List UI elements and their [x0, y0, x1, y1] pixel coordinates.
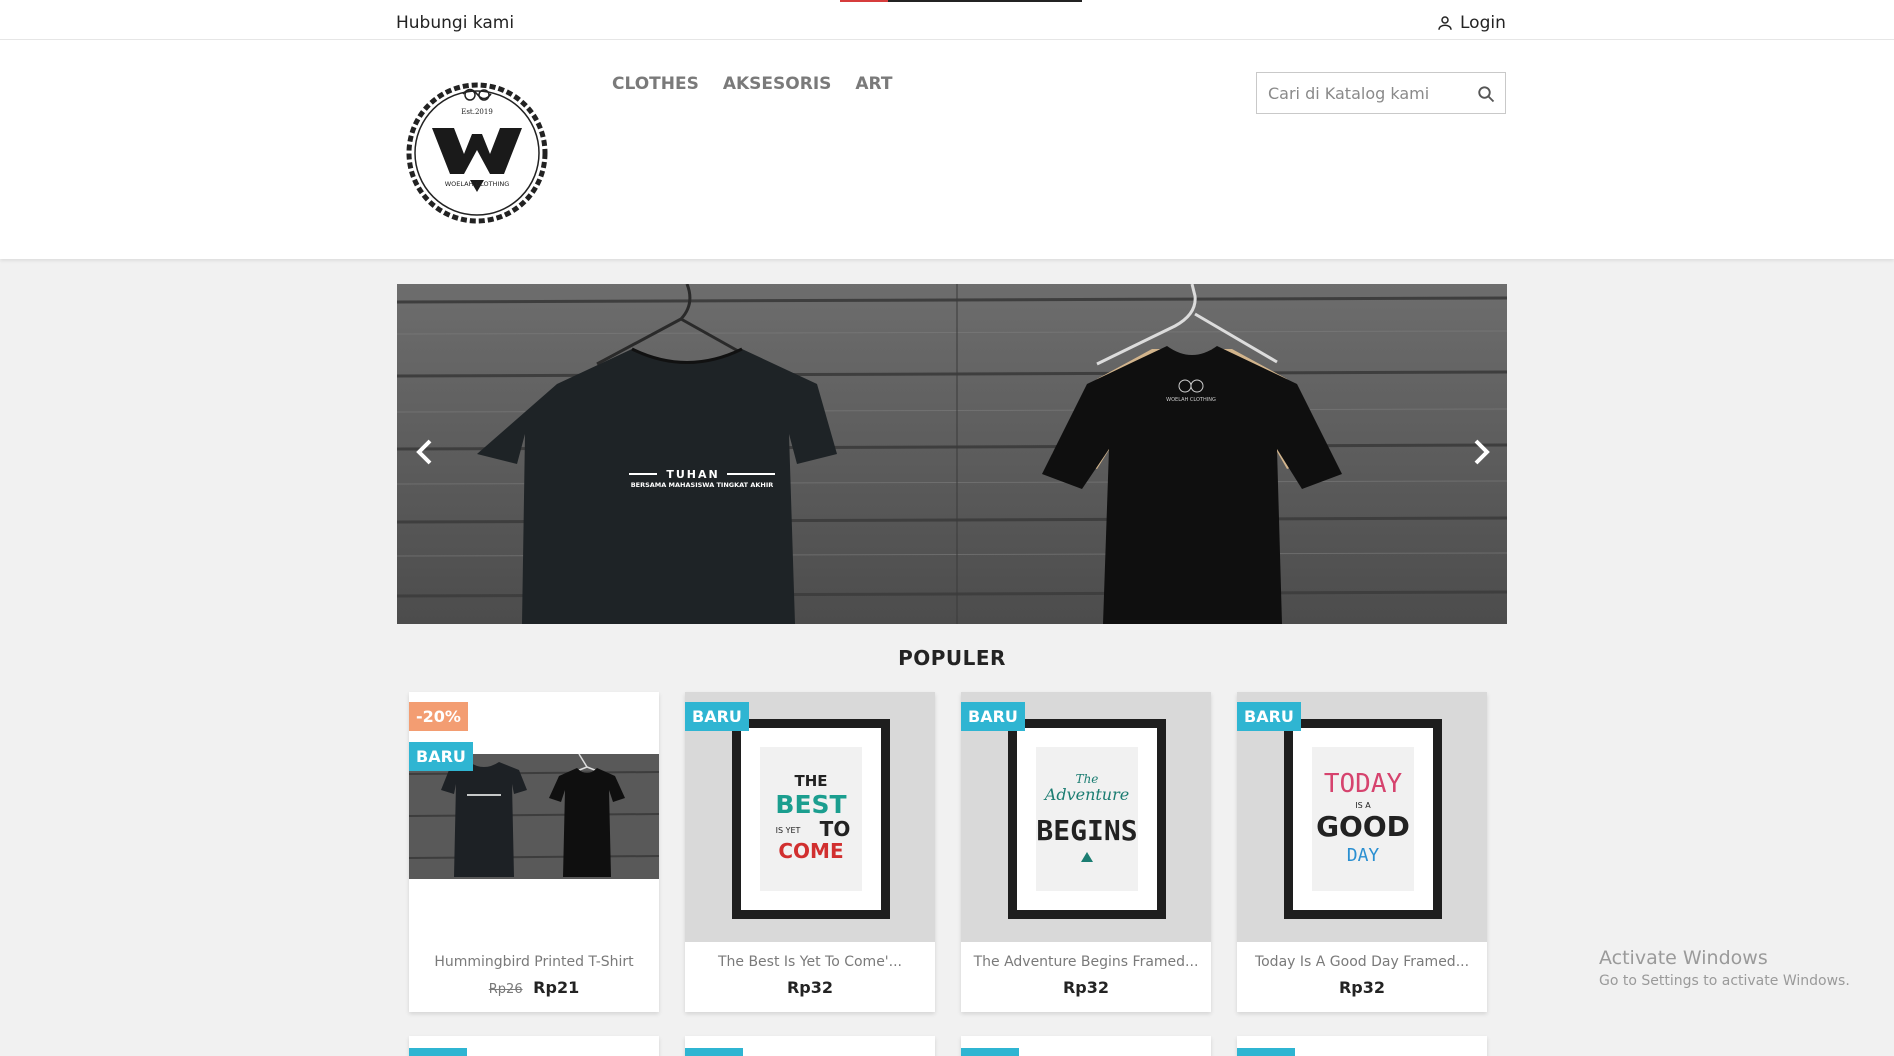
windows-activation-title: Activate Windows [1599, 947, 1768, 969]
new-badge: BARU [961, 702, 1025, 731]
svg-text:COME: COME [778, 839, 843, 863]
product-old-price: Rp26 [488, 982, 523, 997]
product-name[interactable]: The Best Is Yet To Come'... [685, 954, 935, 970]
svg-text:Adventure: Adventure [1043, 785, 1129, 804]
product-price-block: Rp32 [685, 978, 935, 997]
nav-aksesoris[interactable]: AKSESORIS [723, 74, 832, 94]
new-badge: BARU [1237, 702, 1301, 731]
svg-text:GOOD: GOOD [1316, 810, 1410, 843]
svg-text:Est.2019: Est.2019 [461, 108, 493, 116]
new-badge-partial [409, 1048, 467, 1056]
svg-text:BEST: BEST [775, 790, 846, 819]
brand-logo[interactable]: Est.2019 WOELAH CLOTHING [404, 80, 550, 226]
section-title-populer: POPULER [898, 646, 1006, 670]
new-badge: BARU [409, 742, 473, 771]
svg-text:DAY: DAY [1347, 845, 1380, 866]
product-card[interactable]: TODAY IS A GOOD DAY BARU Today Is A Good… [1237, 692, 1487, 1012]
new-badge: BARU [685, 702, 749, 731]
main-nav: CLOTHES AKSESORIS ART [612, 74, 892, 94]
login-label: Login [1460, 13, 1506, 33]
svg-text:WOELAH CLOTHING: WOELAH CLOTHING [1166, 397, 1216, 403]
product-price-block: Rp32 [961, 978, 1211, 997]
page-loading-bar [840, 0, 1082, 2]
search-icon[interactable] [1477, 85, 1495, 103]
new-badge-partial [685, 1048, 743, 1056]
product-price: Rp32 [1338, 978, 1386, 997]
top-bar: Hubungi kami Login [0, 0, 1894, 40]
user-icon [1438, 16, 1452, 30]
site-header: Est.2019 WOELAH CLOTHING CLOTHES AKSESOR… [0, 40, 1894, 259]
hero-slider[interactable]: TUHAN BERSAMA MAHASISWA TINGKAT AKHIR WO… [397, 284, 1507, 624]
svg-text:TO: TO [820, 817, 851, 841]
svg-text:TODAY: TODAY [1324, 769, 1403, 799]
svg-text:WOELAH CLOTHING: WOELAH CLOTHING [445, 180, 510, 188]
slider-next-arrow-icon[interactable] [1461, 432, 1501, 472]
product-price: Rp32 [786, 978, 834, 997]
search-input[interactable] [1257, 73, 1457, 113]
product-card-partial[interactable] [961, 1036, 1211, 1056]
windows-activation-watermark: Activate Windows Go to Settings to activ… [1599, 947, 1850, 989]
product-name[interactable]: The Adventure Begins Framed... [961, 954, 1211, 970]
product-price: Rp32 [1062, 978, 1110, 997]
product-card-partial[interactable] [409, 1036, 659, 1056]
product-card-partial[interactable] [685, 1036, 935, 1056]
nav-art[interactable]: ART [855, 74, 892, 94]
search-box [1256, 72, 1506, 114]
svg-text:IS A: IS A [1355, 801, 1371, 810]
new-badge-partial [961, 1048, 1019, 1056]
product-price-block: Rp26 Rp21 [409, 978, 659, 997]
svg-text:THE: THE [794, 772, 827, 790]
windows-activation-subtitle: Go to Settings to activate Windows. [1599, 973, 1850, 989]
product-name[interactable]: Hummingbird Printed T-Shirt [409, 954, 659, 970]
discount-badge: -20% [409, 702, 468, 731]
product-card[interactable]: THE BEST IS YET TO COME BARU The Best Is… [685, 692, 935, 1012]
svg-text:IS YET: IS YET [776, 826, 801, 835]
login-link[interactable]: Login [1436, 13, 1506, 33]
svg-text:TUHAN: TUHAN [666, 468, 719, 481]
slider-prev-arrow-icon[interactable] [405, 432, 445, 472]
product-card[interactable]: -20% BARU Hummingbird Printed T-Shirt Rp… [409, 692, 659, 1012]
product-card-partial[interactable] [1237, 1036, 1487, 1056]
nav-clothes[interactable]: CLOTHES [612, 74, 699, 94]
product-name[interactable]: Today Is A Good Day Framed... [1237, 954, 1487, 970]
product-price-block: Rp32 [1237, 978, 1487, 997]
product-card[interactable]: The Adventure BEGINS BARU The Adventure … [961, 692, 1211, 1012]
product-price: Rp21 [533, 978, 580, 997]
svg-text:BEGINS: BEGINS [1036, 814, 1137, 847]
contact-link[interactable]: Hubungi kami [396, 13, 514, 33]
new-badge-partial [1237, 1048, 1295, 1056]
svg-text:The: The [1076, 772, 1099, 786]
slide-image: TUHAN BERSAMA MAHASISWA TINGKAT AKHIR WO… [397, 284, 1507, 624]
svg-text:BERSAMA MAHASISWA TINGKAT AKHI: BERSAMA MAHASISWA TINGKAT AKHIR [631, 481, 774, 489]
